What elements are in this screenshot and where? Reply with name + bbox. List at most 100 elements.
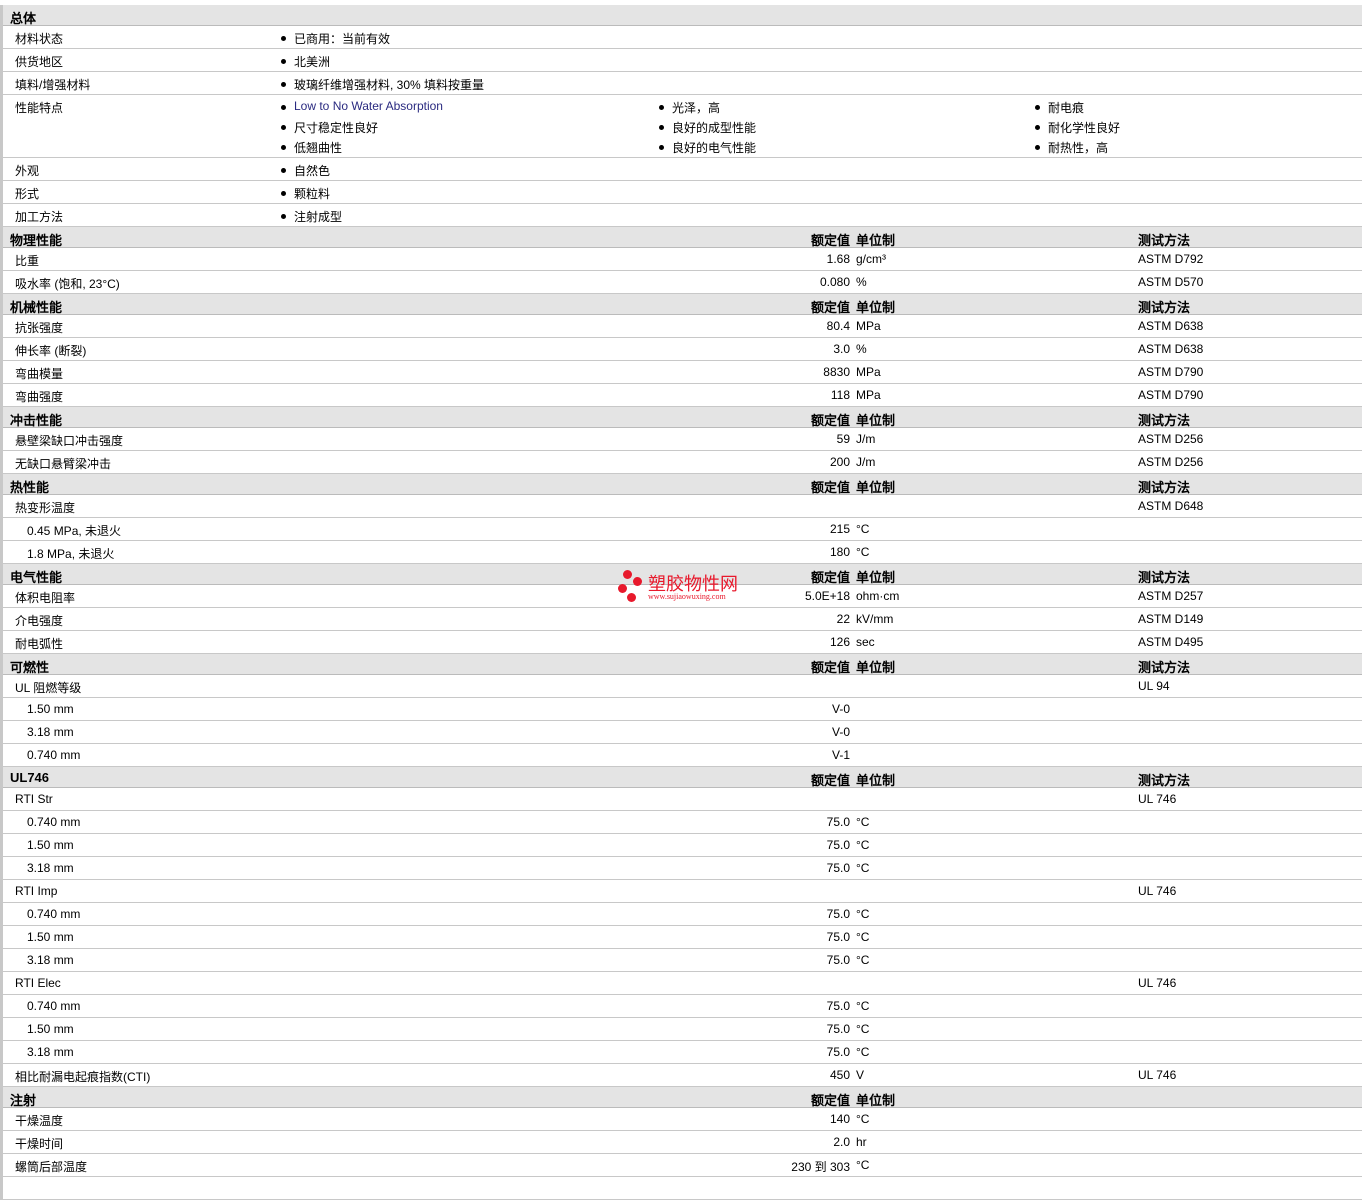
property-label: 供货地区 [15,55,64,69]
property-row: 1.50 mm 75.0 °C [3,926,1362,949]
property-value: 75.0 [826,953,850,967]
bullet-item: 自然色 [280,164,331,178]
general-row: 填料/增强材料 玻璃纤维增强材料, 30% 填料按重量 [3,72,1362,95]
property-value: 0.080 [819,275,850,289]
property-value: 180 [829,545,850,559]
property-value: 215 [829,522,850,536]
property-label: 材料状态 [15,32,64,46]
unit-column-header: 单位制 [856,1093,896,1108]
property-row: 干燥温度 140 °C [3,1108,1362,1131]
property-row: 1.50 mm 75.0 °C [3,1018,1362,1041]
property-value: 80.4 [826,319,850,333]
section-title: 总体 [10,11,37,26]
property-value: 75.0 [826,861,850,875]
property-unit: °C [856,861,870,875]
property-value: 75.0 [826,999,850,1013]
section-title: 物理性能 [10,233,63,248]
bullet-item: 耐热性，高 [1034,141,1109,155]
property-unit: °C [856,930,870,944]
property-label: 加工方法 [15,210,64,224]
general-row: 供货地区 北美洲 [3,49,1362,72]
bullet-item[interactable]: Low to No Water Absorption [281,99,443,113]
property-value: 450 [829,1068,850,1082]
property-unit: °C [856,815,870,829]
property-label: 外观 [15,164,40,178]
unit-column-header: 单位制 [856,660,896,675]
section-title: 可燃性 [10,660,50,675]
property-row: 相比耐漏电起痕指数(CTI) 450 V UL 746 [3,1064,1362,1087]
method-column-header: 测试方法 [1138,480,1191,495]
property-value: 75.0 [826,930,850,944]
property-unit: °C [856,1112,870,1126]
unit-column-header: 单位制 [856,233,896,248]
general-row: 材料状态 已商用：当前有效 [3,26,1362,49]
property-label: 3.18 mm [27,861,74,875]
property-value: 22 [836,612,850,626]
unit-column-header: 单位制 [856,570,896,585]
property-unit: J/m [856,432,876,446]
bullet-item: 尺寸稳定性良好 [280,121,379,135]
property-value: 200 [829,455,850,469]
property-label: 0.740 mm [27,748,81,762]
test-method: ASTM D495 [1138,635,1204,649]
unit-column-header: 单位制 [856,413,896,428]
property-label: 3.18 mm [27,725,74,739]
value-column-header: 额定值 [810,480,850,495]
property-row: 3.18 mm 75.0 °C [3,949,1362,972]
test-method: ASTM D149 [1138,612,1204,626]
bullet-item: 低翘曲性 [280,141,343,155]
section-header-general: 总体 [3,5,1362,26]
property-value: 140 [829,1112,850,1126]
property-label: 悬壁梁缺口冲击强度 [15,434,124,448]
method-column-header: 测试方法 [1138,773,1191,788]
property-unit: ohm·cm [856,589,900,603]
property-label: 螺筒后部温度 [15,1160,88,1174]
property-row: 介电强度 22 kV/mm ASTM D149 [3,608,1362,631]
property-label: 3.18 mm [27,1045,74,1059]
property-value: 230 到 303 [791,1160,850,1174]
property-label: 抗张强度 [15,321,64,335]
property-unit: sec [856,635,875,649]
property-label: 1.50 mm [27,1022,74,1036]
bullet-item: 耐电痕 [1034,101,1085,115]
property-row: RTI Elec UL 746 [3,972,1362,995]
test-method: UL 746 [1138,976,1177,990]
bullet-item: 光泽，高 [658,101,721,115]
method-column-header: 测试方法 [1138,300,1191,315]
property-row: UL 阻燃等级 UL 94 [3,675,1362,698]
property-value: 2.0 [833,1135,850,1149]
method-column-header: 测试方法 [1138,233,1191,248]
property-value: 75.0 [826,1022,850,1036]
property-unit: °C [856,545,870,559]
property-row: 3.18 mm 75.0 °C [3,857,1362,880]
property-unit: MPa [856,319,881,333]
property-value: 8830 [823,365,850,379]
property-unit: % [856,275,867,289]
general-row: 形式 颗粒料 [3,181,1362,204]
property-label: 比重 [15,254,40,268]
test-method: ASTM D790 [1138,365,1204,379]
property-row: 悬壁梁缺口冲击强度 59 J/m ASTM D256 [3,428,1362,451]
property-unit: kV/mm [856,612,894,626]
test-method: ASTM D648 [1138,499,1204,513]
property-value: 3.0 [833,342,850,356]
property-label: 形式 [15,187,40,201]
test-method: ASTM D792 [1138,252,1204,266]
property-value: V-0 [831,725,850,739]
property-unit: °C [856,838,870,852]
property-row: 3.18 mm V-0 [3,721,1362,744]
property-label: 吸水率 (饱和, 23°C) [15,277,120,291]
property-label: 介电强度 [15,614,64,628]
unit-column-header: 单位制 [856,300,896,315]
property-label: 1.50 mm [27,702,74,716]
property-row: 0.740 mm 75.0 °C [3,995,1362,1018]
general-row: 外观 自然色 [3,158,1362,181]
property-unit: °C [856,1158,870,1172]
property-unit: °C [856,999,870,1013]
bullet-item: 耐化学性良好 [1034,121,1121,135]
section-title: 热性能 [10,480,50,495]
property-label: 干燥温度 [15,1114,64,1128]
property-unit: g/cm³ [856,252,886,266]
test-method: UL 746 [1138,1068,1177,1082]
property-unit: hr [856,1135,867,1149]
